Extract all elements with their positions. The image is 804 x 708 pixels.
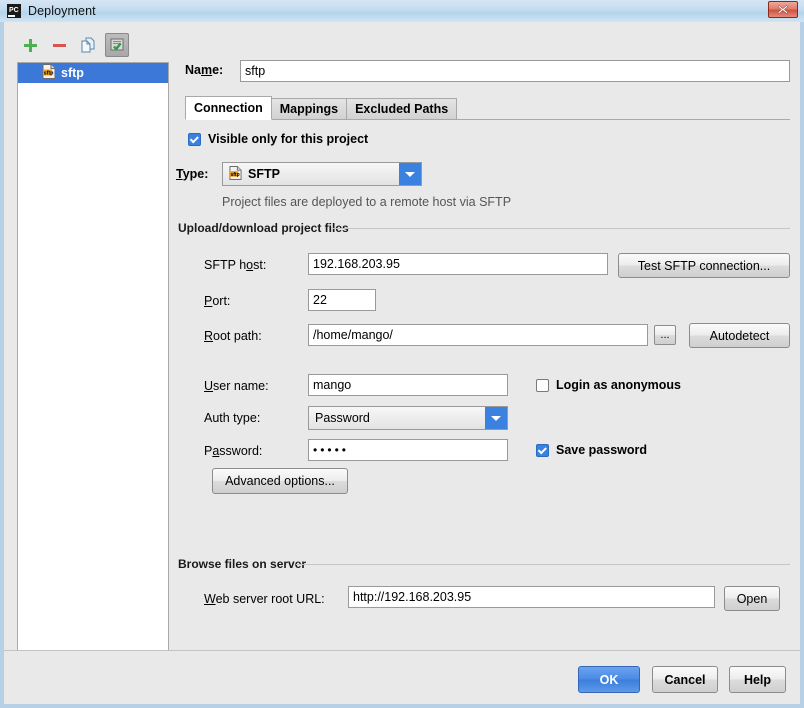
tab-connection-label: Connection [194,101,263,115]
login-anonymous-row[interactable]: Login as anonymous [536,378,681,392]
save-password-row[interactable]: Save password [536,443,647,457]
auth-type-select[interactable]: Password [308,406,508,430]
cancel-label: Cancel [665,673,706,687]
svg-text:sftp: sftp [44,71,55,77]
ellipsis-icon: ... [660,329,669,341]
title-bar: PC Deployment [0,0,804,22]
help-button[interactable]: Help [729,666,786,693]
upload-group-divider [332,228,790,229]
upload-group-title: Upload/download project files [178,221,355,235]
visible-only-label: Visible only for this project [208,132,368,146]
user-name-input[interactable]: mango [308,374,508,396]
advanced-options-label: Advanced options... [225,474,335,488]
browse-group-title: Browse files on server [178,557,312,571]
close-icon[interactable] [768,1,798,18]
type-select-value: SFTP [248,167,280,181]
list-item-label: sftp [61,66,84,80]
cancel-button[interactable]: Cancel [652,666,718,693]
set-default-server-button[interactable] [105,33,129,57]
pycharm-icon: PC [6,3,22,19]
remove-button[interactable] [47,33,71,57]
open-label: Open [737,592,768,606]
web-server-root-url-label: Web server root URL: [204,592,325,606]
open-button[interactable]: Open [724,586,780,611]
web-server-root-url-input[interactable]: http://192.168.203.95 [348,586,715,608]
login-anonymous-label: Login as anonymous [556,378,681,392]
tab-bar: Connection Mappings Excluded Paths [185,96,790,120]
dialog-content: sftp sftp Name: sftp Connection Mappings [4,22,800,704]
auth-type-value: Password [309,411,485,425]
save-password-checkbox[interactable] [536,444,549,457]
help-label: Help [744,673,771,687]
copy-button[interactable] [76,33,100,57]
type-description: Project files are deployed to a remote h… [222,195,511,209]
save-password-label: Save password [556,443,647,457]
type-select-value-wrap: sftp SFTP [223,166,399,183]
tab-underline [185,119,790,120]
server-list-toolbar [18,32,168,58]
root-path-label: Root path: [204,329,262,343]
sftp-host-input[interactable]: 192.168.203.95 [308,253,608,275]
sftp-file-icon: sftp [42,64,56,82]
name-input[interactable]: sftp [240,60,790,82]
svg-text:PC: PC [9,7,19,14]
window-title: Deployment [28,4,96,18]
ok-button[interactable]: OK [578,666,640,693]
add-button[interactable] [18,33,42,57]
auth-type-label: Auth type: [204,411,260,425]
deployment-dialog: PC Deployment [0,0,804,708]
tab-mappings[interactable]: Mappings [271,98,347,120]
tab-excluded-paths[interactable]: Excluded Paths [346,98,457,120]
password-input[interactable]: ••••• [308,439,508,461]
visible-only-checkbox[interactable] [188,133,201,146]
browse-group-divider [296,564,790,565]
name-label: Name: [185,63,223,77]
connection-form: Name: sftp Connection Mappings Excluded … [176,22,796,650]
server-list[interactable]: sftp sftp [17,62,169,660]
user-name-label: User name: [204,379,269,393]
visible-only-row[interactable]: Visible only for this project [188,132,368,146]
root-path-browse-button[interactable]: ... [654,325,676,345]
chevron-down-icon[interactable] [399,163,421,185]
test-sftp-connection-label: Test SFTP connection... [638,259,770,273]
autodetect-label: Autodetect [710,329,770,343]
autodetect-button[interactable]: Autodetect [689,323,790,348]
ok-label: OK [600,673,619,687]
svg-text:sftp: sftp [230,171,239,177]
tab-connection[interactable]: Connection [185,96,272,120]
root-path-input[interactable]: /home/mango/ [308,324,648,346]
port-label: Port: [204,294,230,308]
port-input[interactable]: 22 [308,289,376,311]
type-select[interactable]: sftp SFTP [222,162,422,186]
chevron-down-icon[interactable] [485,407,507,429]
advanced-options-button[interactable]: Advanced options... [212,468,348,494]
tab-excluded-paths-label: Excluded Paths [355,102,448,116]
test-sftp-connection-button[interactable]: Test SFTP connection... [618,253,790,278]
list-item[interactable]: sftp sftp [18,63,168,83]
login-anonymous-checkbox[interactable] [536,379,549,392]
dialog-footer: OK Cancel Help [4,651,800,704]
type-label: Type: [176,167,208,181]
tab-mappings-label: Mappings [280,102,338,116]
password-label: Password: [204,444,262,458]
sftp-host-label: SFTP host: [204,258,266,272]
sftp-file-icon: sftp [229,166,242,183]
